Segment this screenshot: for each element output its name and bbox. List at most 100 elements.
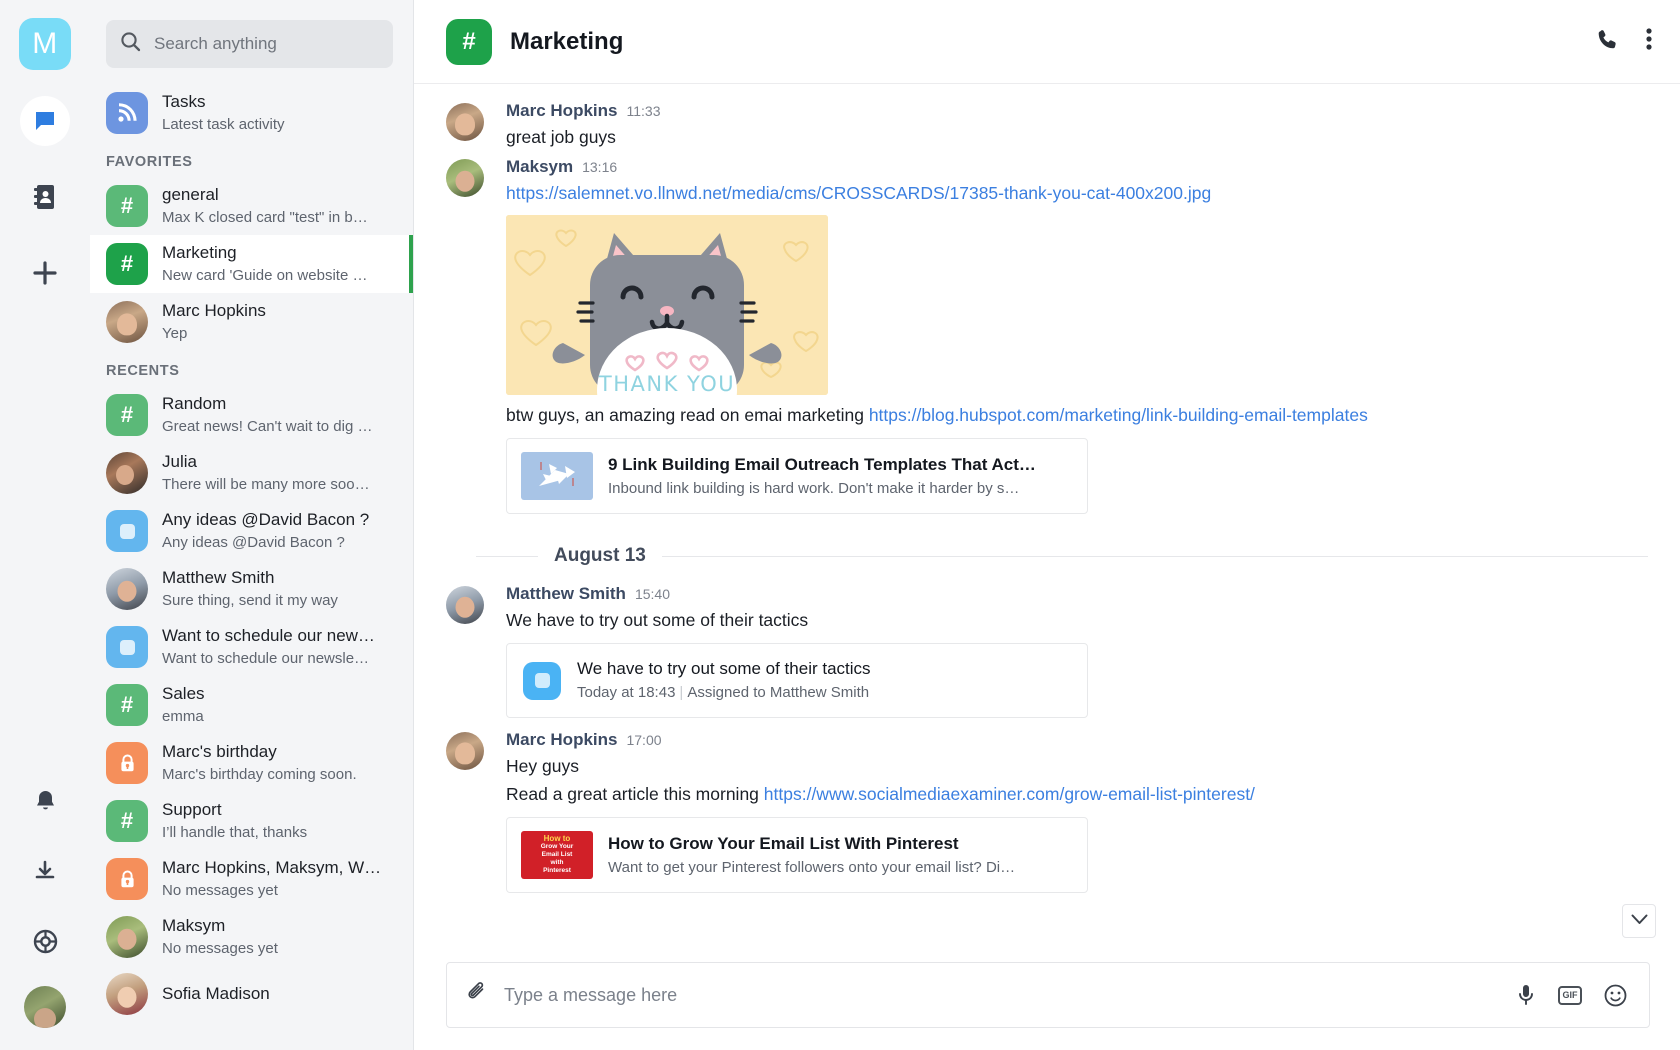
avatar [106, 301, 148, 343]
current-user-avatar[interactable] [24, 986, 66, 1028]
message-link[interactable]: https://salemnet.vo.llnwd.net/media/cms/… [506, 183, 1211, 203]
message-list[interactable]: Marc Hopkins 11:33 great job guys Maksym 13:… [414, 84, 1680, 952]
download-icon [33, 859, 57, 883]
avatar[interactable] [446, 586, 484, 624]
avatar [106, 973, 148, 1015]
sidebar-item-marketing[interactable]: # Marketing New card 'Guide on website … [90, 235, 413, 293]
avatar[interactable] [446, 732, 484, 770]
sidebar-item-text: general Max K closed card "test" in b… [162, 184, 401, 228]
left-rail: M [0, 0, 90, 1050]
message-author: Matthew Smith [506, 584, 626, 603]
message-text: btw guys, an amazing read on emai market… [506, 401, 1650, 429]
sidebar-item-sofia-madison[interactable]: Sofia Madison [90, 966, 413, 1022]
rail-item-contacts[interactable] [20, 172, 70, 222]
search-box[interactable] [106, 20, 393, 68]
search-icon [120, 31, 141, 57]
task-due-date: Today at 18:43 [577, 684, 676, 701]
main-panel: # Marketing Marc Hopkins 11:33 great job… [414, 0, 1680, 1050]
sidebar-item-title: Matthew Smith [162, 568, 275, 587]
sidebar-item-marc-hopkins-maksym-w[interactable]: Marc Hopkins, Maksym, W… No messages yet [90, 850, 413, 908]
scroll-to-bottom-button[interactable] [1622, 904, 1656, 938]
workspace-logo[interactable]: M [19, 18, 71, 70]
sidebar-item-maksym[interactable]: Maksym No messages yet [90, 908, 413, 966]
message-link[interactable]: https://blog.hubspot.com/marketing/link-… [869, 405, 1368, 425]
hash-icon: # [106, 684, 148, 726]
sidebar-item-support[interactable]: # Support I’ll handle that, thanks [90, 792, 413, 850]
emoji-icon[interactable] [1604, 984, 1627, 1007]
messages-container: Marc Hopkins 11:33 great job guys Maksym 13:… [414, 98, 1680, 902]
message-timestamp: 13:16 [582, 159, 618, 175]
hash-icon: # [446, 18, 492, 65]
link-preview-card[interactable]: 9 Link Building Email Outreach Templates… [506, 438, 1088, 514]
message-link[interactable]: https://www.socialmediaexaminer.com/grow… [764, 784, 1255, 804]
task-card[interactable]: We have to try out some of their tactics… [506, 643, 1088, 718]
sidebar-item-want-to-schedule-our-new[interactable]: Want to schedule our new… Want to schedul… [90, 618, 413, 676]
message-composer[interactable]: GIF [446, 962, 1650, 1028]
sidebar-item-sales[interactable]: # Sales emma [90, 676, 413, 734]
sidebar-item-subtitle: Max K closed card "test" in b… [162, 209, 368, 226]
sidebar-item-text: Marketing New card 'Guide on website … [162, 242, 401, 286]
microphone-icon[interactable] [1516, 983, 1536, 1007]
message-body: Matthew Smith 15:40 We have to try out som… [506, 584, 1650, 724]
message-header: Maksym 13:16 [506, 157, 1650, 177]
message-text: Hey guys [506, 756, 579, 776]
favorites-list: # general Max K closed card "test" in b… # M… [90, 177, 413, 351]
link-preview-card[interactable]: How to Grow Your Email List with Pinterest Ho… [506, 817, 1088, 893]
rail-item-notifications[interactable] [20, 776, 70, 826]
sidebar-item-text: Marc's birthday Marc's birthday coming so… [162, 741, 401, 785]
sidebar-item-title: Sofia Madison [162, 984, 270, 1003]
sidebar-item-julia[interactable]: Julia There will be many more soo… [90, 444, 413, 502]
chat-header: # Marketing [414, 0, 1680, 84]
link-preview-title: 9 Link Building Email Outreach Templates… [608, 454, 1036, 474]
sidebar-item-marc-hopkins[interactable]: Marc Hopkins Yep [90, 293, 413, 351]
sidebar-item-text: Support I’ll handle that, thanks [162, 799, 401, 843]
sidebar-item-tasks[interactable]: Tasks Latest task activity [90, 84, 413, 142]
message-body: Maksym 13:16 https://salemnet.vo.llnwd.net… [506, 157, 1650, 520]
task-assignee: Matthew Smith [769, 684, 870, 701]
sidebar-item-subtitle: I’ll handle that, thanks [162, 824, 308, 841]
call-button[interactable] [1595, 27, 1620, 57]
sidebar-item-title: Maksym [162, 916, 226, 935]
sidebar-item-marc-s-birthday[interactable]: Marc's birthday Marc's birthday coming so… [90, 734, 413, 792]
composer-container: GIF [414, 952, 1680, 1050]
gif-icon[interactable]: GIF [1558, 985, 1582, 1005]
search-container [90, 0, 413, 78]
avatar[interactable] [446, 159, 484, 197]
rail-item-help[interactable] [20, 916, 70, 966]
conversation-list[interactable]: Tasks Latest task activity FAVORITES # ge… [90, 78, 413, 1050]
call-icon [1595, 27, 1620, 57]
rail-item-add[interactable] [20, 248, 70, 298]
chat-header-actions [1595, 27, 1652, 57]
sidebar-item-general[interactable]: # general Max K closed card "test" in b… [90, 177, 413, 235]
chat-icon [33, 109, 57, 133]
task-icon [106, 626, 148, 668]
sidebar-item-random[interactable]: # Random Great news! Can't wait to dig … [90, 386, 413, 444]
paperclip-icon[interactable] [465, 981, 488, 1009]
message-input[interactable] [504, 984, 1500, 1006]
search-input[interactable] [154, 34, 379, 54]
task-card-text: We have to try out some of their tactics… [577, 657, 871, 704]
sidebar-item-text: Tasks Latest task activity [162, 91, 401, 135]
rail-item-chat[interactable] [20, 96, 70, 146]
more-options-button[interactable] [1646, 27, 1652, 56]
task-icon [523, 661, 561, 700]
chevron-down-icon [1631, 912, 1648, 930]
sidebar-item-text: Marc Hopkins Yep [162, 300, 401, 344]
hash-icon: # [106, 800, 148, 842]
shared-image[interactable]: THANK YOU [506, 215, 828, 395]
message-text-part: Read a great article this morning [506, 784, 764, 804]
message: Marc Hopkins 11:33 great job guys [414, 98, 1680, 154]
message-text-part: btw guys, an amazing read on emai market… [506, 405, 869, 425]
rail-item-downloads[interactable] [20, 846, 70, 896]
sidebar-item-subtitle: Yep [162, 325, 188, 342]
avatar[interactable] [446, 103, 484, 141]
sidebar-item-title: Marc Hopkins [162, 301, 266, 320]
sidebar-item-any-ideas-david-bacon[interactable]: Any ideas @David Bacon ? Any ideas @David… [90, 502, 413, 560]
help-icon [33, 929, 58, 954]
task-title: We have to try out some of their tactics [577, 659, 871, 678]
sidebar-item-text: Sofia Madison [162, 983, 401, 1005]
message-author: Marc Hopkins [506, 730, 618, 749]
message-timestamp: 11:33 [626, 103, 661, 119]
composer-actions: GIF [1516, 983, 1627, 1007]
sidebar-item-matthew-smith[interactable]: Matthew Smith Sure thing, send it my way [90, 560, 413, 618]
